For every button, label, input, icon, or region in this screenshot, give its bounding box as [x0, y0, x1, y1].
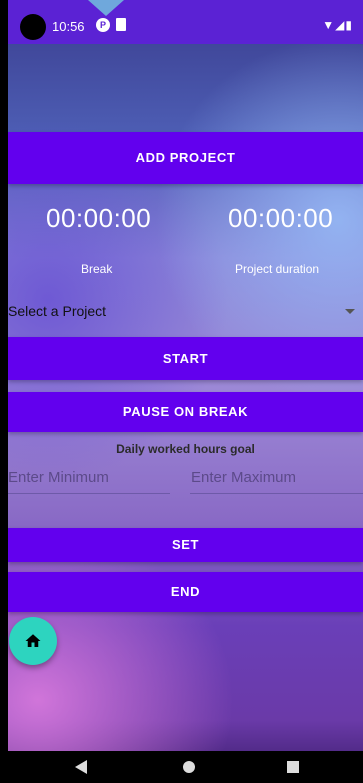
home-icon: [25, 634, 41, 647]
break-label: Break: [81, 262, 113, 276]
project-select-value: Select a Project: [8, 303, 107, 319]
home-nav-icon[interactable]: [183, 761, 195, 773]
status-bar: 10:56 P ▼◢▮: [8, 0, 363, 44]
wifi-icon: ▼: [322, 18, 336, 32]
break-timer: 00:00:00: [46, 203, 152, 233]
signal-icon: ◢: [335, 18, 346, 32]
privacy-icon: P: [96, 18, 110, 32]
pause-on-break-button[interactable]: PAUSE ON BREAK: [8, 392, 363, 432]
project-duration-timer: 00:00:00: [228, 203, 334, 233]
project-duration-label: Project duration: [235, 262, 320, 276]
camera-cutout: [20, 14, 46, 40]
status-time: 10:56: [52, 19, 85, 34]
maximum-hours-input[interactable]: Enter Maximum: [190, 467, 363, 494]
back-icon[interactable]: [75, 760, 87, 774]
status-right-icons: ▼◢▮: [322, 18, 353, 32]
maximum-hours-placeholder: Enter Maximum: [191, 469, 297, 486]
project-select[interactable]: Select a Project: [8, 298, 355, 324]
home-fab-button[interactable]: [9, 617, 57, 665]
end-button[interactable]: END: [8, 572, 363, 612]
navigation-bar: [8, 751, 363, 783]
dropdown-arrow-icon: [345, 309, 355, 314]
start-button[interactable]: START: [8, 337, 363, 380]
minimum-hours-input[interactable]: Enter Minimum: [8, 467, 170, 494]
add-project-button[interactable]: ADD PROJECT: [8, 132, 363, 184]
set-button[interactable]: SET: [8, 528, 363, 562]
goal-title: Daily worked hours goal: [116, 442, 255, 456]
sd-card-icon: [116, 18, 126, 31]
battery-icon: ▮: [345, 18, 353, 32]
recents-icon[interactable]: [287, 761, 299, 773]
minimum-hours-placeholder: Enter Minimum: [8, 469, 109, 486]
